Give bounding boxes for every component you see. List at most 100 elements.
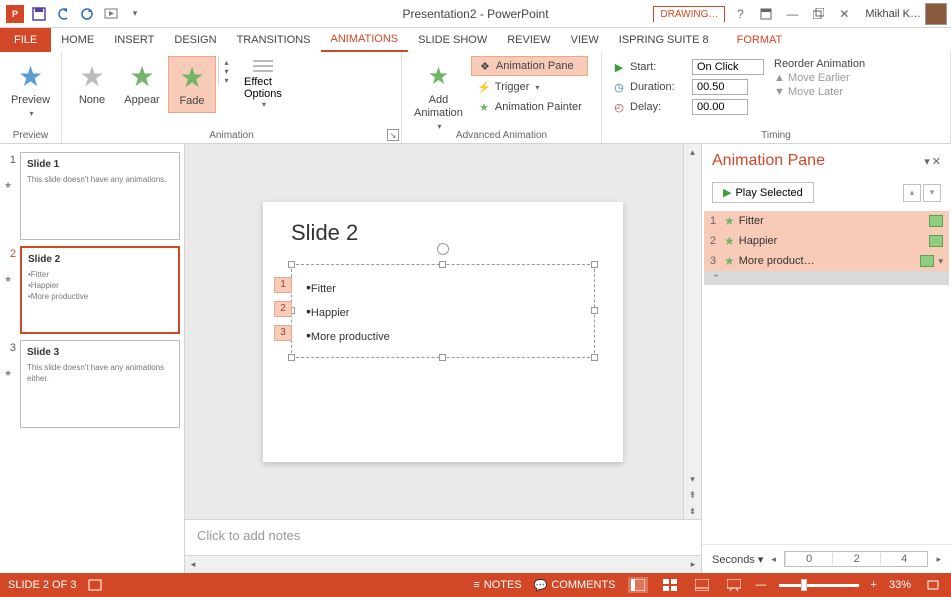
move-down-button[interactable]: ▾ xyxy=(923,184,941,202)
preview-button[interactable]: ★ Preview ▾ xyxy=(6,56,55,122)
zoom-out-button[interactable]: — xyxy=(756,579,767,591)
start-from-beginning-icon[interactable] xyxy=(100,3,122,25)
slide-title[interactable]: Slide 2 xyxy=(291,220,595,246)
delay-input[interactable] xyxy=(692,99,748,115)
timeline-scroll-right-icon[interactable]: ▸ xyxy=(936,554,941,565)
undo-icon[interactable] xyxy=(52,3,74,25)
save-icon[interactable] xyxy=(28,3,50,25)
timeline-bar[interactable] xyxy=(929,215,943,227)
resize-handle[interactable] xyxy=(439,354,446,361)
duration-input[interactable] xyxy=(692,79,748,95)
slide-thumbnails[interactable]: 1★ Slide 1This slide doesn't have any an… xyxy=(0,144,185,573)
horizontal-scrollbar[interactable]: ◂▸ xyxy=(185,555,701,573)
tab-transitions[interactable]: TRANSITIONS xyxy=(227,28,321,52)
zoom-slider[interactable] xyxy=(779,584,859,587)
timeline-ruler[interactable]: 024 xyxy=(784,551,929,567)
normal-view-icon[interactable] xyxy=(628,577,648,593)
tab-design[interactable]: DESIGN xyxy=(164,28,226,52)
chevron-down-icon[interactable]: ▾ xyxy=(938,256,943,267)
slide-sorter-view-icon[interactable] xyxy=(660,577,680,593)
timeline-bar[interactable] xyxy=(929,235,943,247)
comments-button[interactable]: 💬 COMMENTS xyxy=(534,579,616,592)
ribbon-display-options-icon[interactable] xyxy=(755,4,777,24)
collapse-toggle[interactable]: ⌃ xyxy=(704,271,949,285)
fit-to-window-icon[interactable] xyxy=(923,577,943,593)
animation-item-1[interactable]: 1★Fitter xyxy=(704,211,949,231)
animation-dialog-launcher[interactable]: ↘ xyxy=(387,129,399,141)
resize-handle[interactable] xyxy=(591,354,598,361)
notes-pane[interactable]: Click to add notes xyxy=(185,519,701,555)
app-icon[interactable]: P xyxy=(4,3,26,25)
bullet-2[interactable]: •Happier xyxy=(306,299,580,323)
spell-check-icon[interactable] xyxy=(88,578,102,592)
animation-painter-button[interactable]: ★ Animation Painter xyxy=(471,98,588,116)
resize-handle[interactable] xyxy=(288,261,295,268)
tab-home[interactable]: HOME xyxy=(51,28,104,52)
scroll-right-icon[interactable]: ▸ xyxy=(685,559,701,570)
start-dropdown[interactable] xyxy=(692,59,764,75)
vertical-scrollbar[interactable]: ▴ ▾ ⇞ ⇟ xyxy=(683,144,701,519)
resize-handle[interactable] xyxy=(288,354,295,361)
zoom-in-button[interactable]: + xyxy=(871,579,877,591)
tab-animations[interactable]: ANIMATIONS xyxy=(321,28,409,52)
animation-appear-button[interactable]: ★ Appear xyxy=(118,56,166,111)
tab-format[interactable]: FORMAT xyxy=(727,28,793,52)
help-icon[interactable]: ? xyxy=(729,4,751,24)
animation-tag-3[interactable]: 3 xyxy=(274,325,292,341)
play-selected-button[interactable]: ▶Play Selected xyxy=(712,182,814,203)
restore-icon[interactable] xyxy=(807,4,829,24)
scroll-left-icon[interactable]: ◂ xyxy=(185,559,201,570)
tab-ispring[interactable]: ISPRING SUITE 8 xyxy=(609,28,719,52)
move-earlier-button[interactable]: ▲ Move Earlier xyxy=(774,72,865,84)
resize-handle[interactable] xyxy=(591,307,598,314)
reading-view-icon[interactable] xyxy=(692,577,712,593)
animation-gallery-more[interactable]: ▴ ▾ ▾ xyxy=(218,56,234,86)
customize-qat-icon[interactable]: ▾ xyxy=(124,3,146,25)
user-name[interactable]: Mikhail K… xyxy=(865,8,921,20)
tab-insert[interactable]: INSERT xyxy=(104,28,164,52)
content-textbox[interactable]: 1 •Fitter 2 •Happier 3 •More productive xyxy=(291,264,595,358)
slide-counter[interactable]: SLIDE 2 OF 3 xyxy=(8,579,76,591)
minimize-icon[interactable]: — xyxy=(781,4,803,24)
thumbnail-slide-3[interactable]: 3★ Slide 3This slide doesn't have any an… xyxy=(4,340,180,428)
add-animation-button[interactable]: ★ Add Animation ▾ xyxy=(408,56,469,135)
timeline-scroll-left-icon[interactable]: ◂ xyxy=(771,554,776,565)
tab-view[interactable]: VIEW xyxy=(561,28,609,52)
bullet-3[interactable]: •More productive xyxy=(306,323,580,347)
animation-tag-1[interactable]: 1 xyxy=(274,277,292,293)
close-icon[interactable]: ✕ xyxy=(833,4,855,24)
move-later-button[interactable]: ▼ Move Later xyxy=(774,86,865,98)
tab-review[interactable]: REVIEW xyxy=(497,28,560,52)
thumbnail-slide-2[interactable]: 2★ Slide 2•Fitter •Happier •More product… xyxy=(4,246,180,334)
avatar[interactable] xyxy=(925,3,947,25)
seconds-label[interactable]: Seconds ▾ xyxy=(712,553,763,566)
scroll-up-icon[interactable]: ▴ xyxy=(684,144,701,160)
redo-icon[interactable] xyxy=(76,3,98,25)
animation-item-3[interactable]: 3★More product…▾ xyxy=(704,251,949,271)
tab-file[interactable]: FILE xyxy=(0,28,51,52)
pane-dropdown-icon[interactable]: ▾ xyxy=(924,155,930,168)
slideshow-view-icon[interactable] xyxy=(724,577,744,593)
slide[interactable]: Slide 2 1 •Fitter 2 •Happier 3 xyxy=(263,202,623,462)
bullet-1[interactable]: •Fitter xyxy=(306,275,580,299)
animation-fade-button[interactable]: ★ Fade xyxy=(168,56,216,113)
scroll-down-icon[interactable]: ▾ xyxy=(684,471,701,487)
trigger-button[interactable]: ⚡ Trigger▾ xyxy=(471,78,588,96)
effect-options-button[interactable]: Effect Options ▾ xyxy=(242,56,284,113)
prev-slide-icon[interactable]: ⇞ xyxy=(684,487,701,503)
tab-slideshow[interactable]: SLIDE SHOW xyxy=(408,28,497,52)
animation-item-2[interactable]: 2★Happier xyxy=(704,231,949,251)
animation-none-button[interactable]: ★ None xyxy=(68,56,116,111)
resize-handle[interactable] xyxy=(591,261,598,268)
slide-canvas[interactable]: Slide 2 1 •Fitter 2 •Happier 3 xyxy=(185,144,701,519)
rotation-handle[interactable] xyxy=(437,243,449,255)
resize-handle[interactable] xyxy=(439,261,446,268)
notes-button[interactable]: ≡ NOTES xyxy=(473,579,521,591)
next-slide-icon[interactable]: ⇟ xyxy=(684,503,701,519)
thumbnail-slide-1[interactable]: 1★ Slide 1This slide doesn't have any an… xyxy=(4,152,180,240)
animation-pane-button[interactable]: ❖ Animation Pane xyxy=(471,56,588,76)
zoom-level[interactable]: 33% xyxy=(889,579,911,591)
animation-tag-2[interactable]: 2 xyxy=(274,301,292,317)
move-up-button[interactable]: ▴ xyxy=(903,184,921,202)
pane-close-icon[interactable]: ✕ xyxy=(932,155,941,168)
